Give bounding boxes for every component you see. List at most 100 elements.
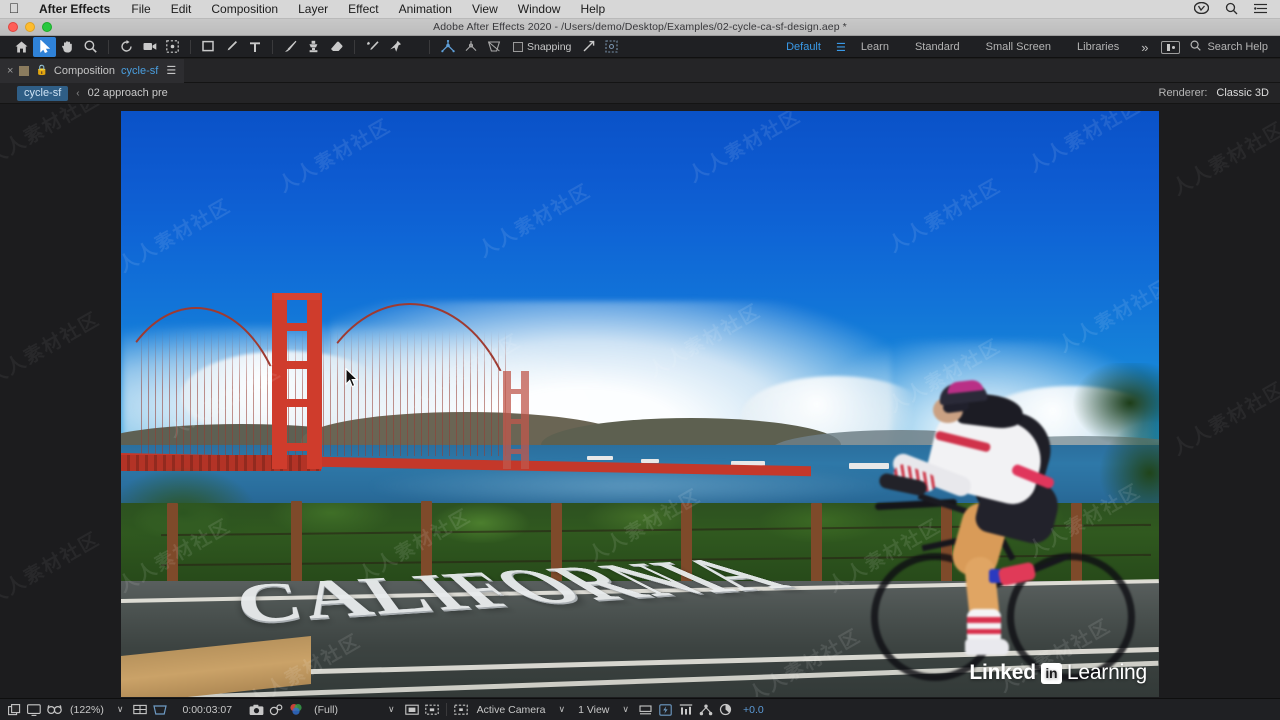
renderer-value[interactable]: Classic 3D <box>1216 87 1269 99</box>
menu-item-window[interactable]: Window <box>508 2 571 16</box>
roto-brush-tool-icon[interactable] <box>361 37 384 57</box>
tool-group-transform <box>115 37 184 57</box>
timeline-graph-icon[interactable] <box>676 701 696 719</box>
workspace-menu-icon[interactable]: ☰ <box>834 41 848 54</box>
toggle-3d-glasses-icon[interactable] <box>44 701 64 719</box>
resolution-chevron-down-icon[interactable]: ∨ <box>344 704 402 715</box>
camera-view-icon[interactable] <box>451 701 471 719</box>
grid-guides-icon[interactable] <box>130 701 150 719</box>
region-of-interest-box-icon[interactable] <box>402 701 422 719</box>
fast-previews-icon[interactable] <box>656 701 676 719</box>
pixel-aspect-correction-icon[interactable] <box>636 701 656 719</box>
transparency-grid-icon[interactable] <box>422 701 442 719</box>
cyclist-shoe-front <box>965 639 1009 655</box>
type-tool-icon[interactable] <box>243 37 266 57</box>
hand-tool-icon[interactable] <box>56 37 79 57</box>
snapping-checkbox[interactable] <box>513 41 523 52</box>
view-layout-chevron-down-icon[interactable]: ∨ <box>615 704 636 715</box>
camera-chevron-down-icon[interactable]: ∨ <box>551 704 572 715</box>
workspace-tab-default[interactable]: Default <box>773 36 834 58</box>
eraser-tool-icon[interactable] <box>325 37 348 57</box>
window-title-bar: Adobe After Effects 2020 - /Users/demo/D… <box>0 19 1280 36</box>
composition-viewer[interactable]: CALIFORNIA Linked in Learning 人人素材社区 人人素… <box>0 104 1280 698</box>
breadcrumb-root[interactable]: cycle-sf <box>17 85 69 101</box>
workspace-tab-standard[interactable]: Standard <box>902 36 973 58</box>
menu-item-view[interactable]: View <box>462 2 508 16</box>
menu-item-composition[interactable]: Composition <box>201 2 288 16</box>
snap-target-icon[interactable] <box>600 37 623 57</box>
zoom-chevron-down-icon[interactable]: ∨ <box>110 704 131 715</box>
search-help-box[interactable]: Search Help <box>1184 40 1280 54</box>
workspace-switcher: Default ☰ Learn Standard Small Screen Li… <box>773 36 1280 58</box>
window-title: Adobe After Effects 2020 - /Users/demo/D… <box>433 21 847 33</box>
workspace-tab-learn[interactable]: Learn <box>848 36 902 58</box>
shape-tool-icon[interactable] <box>197 37 220 57</box>
camera-view-value[interactable]: Active Camera <box>471 704 552 716</box>
menu-item-effect[interactable]: Effect <box>338 2 388 16</box>
watermark-tile: 人人素材社区 <box>1168 377 1280 460</box>
composition-canvas[interactable]: CALIFORNIA Linked in Learning 人人素材社区 人人素… <box>121 111 1159 697</box>
current-timecode[interactable]: 0:00:03:07 <box>170 704 238 716</box>
show-snapshot-icon[interactable] <box>266 701 286 719</box>
local-axis-mode-icon[interactable] <box>436 37 459 57</box>
tower-crossbar-1 <box>272 323 322 331</box>
breadcrumb-current[interactable]: 02 approach pre <box>88 87 168 99</box>
view-axis-mode-icon[interactable] <box>482 37 505 57</box>
resolution-value[interactable]: (Full) <box>306 704 344 716</box>
comp-color-swatch <box>19 65 30 76</box>
orbit-rotate-tool-icon[interactable] <box>115 37 138 57</box>
brush-tool-icon[interactable] <box>279 37 302 57</box>
comp-flowchart-icon[interactable] <box>696 701 716 719</box>
puppet-pin-tool-icon[interactable] <box>384 37 407 57</box>
search-help-label: Search Help <box>1207 41 1268 53</box>
snap-arrow-icon[interactable] <box>577 37 600 57</box>
tower-cap <box>274 293 320 300</box>
show-channel-icon[interactable] <box>286 701 306 719</box>
zoom-level-value[interactable]: (122%) <box>64 704 110 716</box>
view-layout-value[interactable]: 1 View <box>572 704 615 716</box>
toggle-viewer-icon[interactable] <box>24 701 44 719</box>
spotlight-search-icon[interactable] <box>1225 2 1238 17</box>
close-icon[interactable]: × <box>7 65 13 77</box>
reset-exposure-icon[interactable] <box>716 701 736 719</box>
apple-logo-icon[interactable]:  <box>0 1 28 17</box>
renderer-label: Renderer: <box>1158 87 1208 99</box>
take-snapshot-camera-icon[interactable] <box>246 701 266 719</box>
menu-item-help[interactable]: Help <box>570 2 615 16</box>
home-icon[interactable] <box>10 37 33 57</box>
region-of-interest-icon[interactable] <box>150 701 170 719</box>
lock-icon[interactable]: 🔒 <box>35 65 47 76</box>
selection-tool-icon[interactable] <box>33 36 56 57</box>
world-axis-mode-icon[interactable] <box>459 37 482 57</box>
watermark-tile: 人人素材社区 <box>0 527 104 610</box>
snapping-toggle[interactable]: Snapping <box>513 41 571 53</box>
menu-item-file[interactable]: File <box>121 2 160 16</box>
toggle-transparency-grid-icon[interactable] <box>4 701 24 719</box>
control-center-icon[interactable] <box>1254 3 1267 16</box>
camera-tool-icon[interactable] <box>138 37 161 57</box>
exposure-value[interactable]: +0.0 <box>736 704 764 716</box>
tower-crossbar-2 <box>272 361 322 369</box>
toolbar-separator <box>108 39 109 54</box>
creative-cloud-icon[interactable] <box>1193 1 1210 16</box>
pen-tool-icon[interactable] <box>220 37 243 57</box>
linkedin-word: Linked <box>969 661 1036 684</box>
workspace-overflow-icon[interactable]: » <box>1132 40 1157 55</box>
renderer-selector[interactable]: Renderer: Classic 3D <box>1159 87 1280 99</box>
clone-stamp-tool-icon[interactable] <box>302 37 325 57</box>
panel-menu-icon[interactable]: ☰ <box>166 64 176 77</box>
watermark-tile: 人人素材社区 <box>1168 117 1280 200</box>
workspace-tab-libraries[interactable]: Libraries <box>1064 36 1132 58</box>
menu-item-animation[interactable]: Animation <box>389 2 462 16</box>
composition-panel-tab[interactable]: × 🔒 Composition cycle-sf ☰ <box>0 58 185 83</box>
pan-behind-tool-icon[interactable] <box>161 37 184 57</box>
breadcrumb-separator: ‹ <box>76 87 80 99</box>
menu-item-edit[interactable]: Edit <box>161 2 202 16</box>
menu-app-name[interactable]: After Effects <box>28 2 121 16</box>
workspace-tab-small-screen[interactable]: Small Screen <box>973 36 1064 58</box>
workspace-layout-icon[interactable] <box>1161 40 1181 54</box>
sock-stripe-2 <box>967 629 1001 634</box>
zoom-tool-icon[interactable] <box>79 37 102 57</box>
menu-item-layer[interactable]: Layer <box>288 2 338 16</box>
learning-word: Learning <box>1066 661 1147 684</box>
